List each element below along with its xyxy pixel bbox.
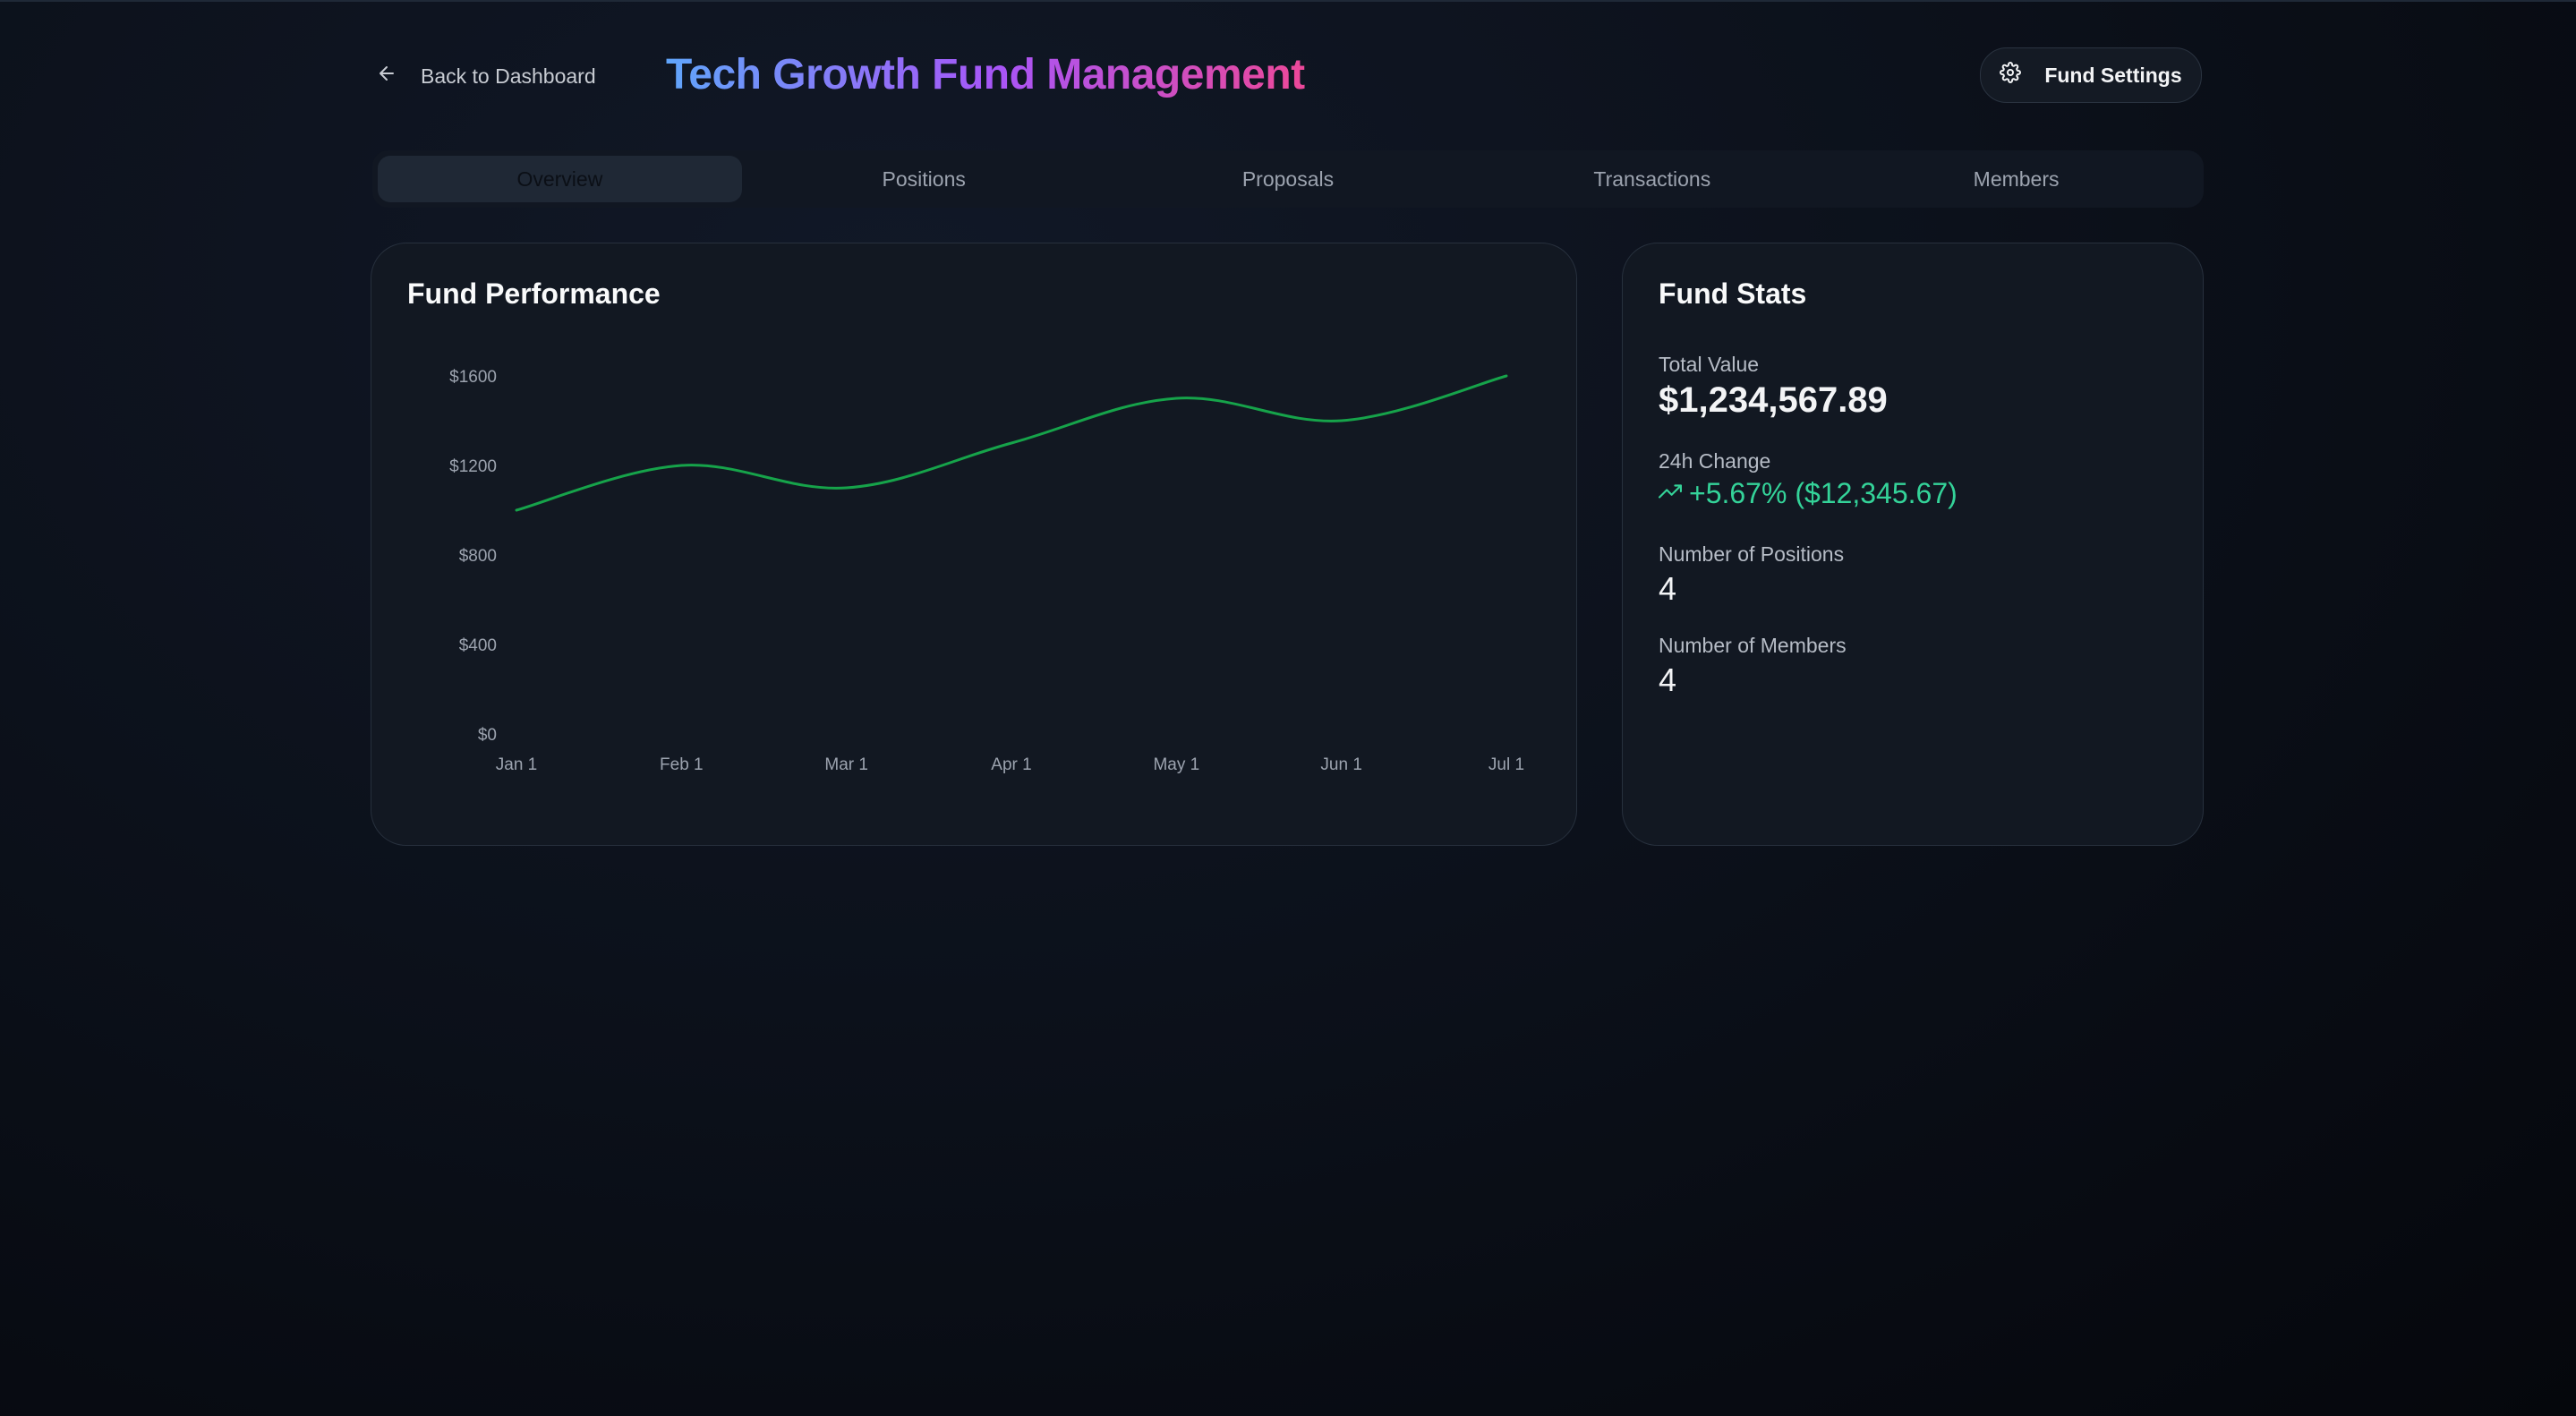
fund-stats-title: Fund Stats (1659, 277, 1807, 310)
trending-up-icon (1659, 477, 1682, 510)
members-label: Number of Members (1659, 634, 1847, 657)
back-to-dashboard-button[interactable]: Back to Dashboard (376, 52, 596, 100)
x-tick-label: Mar 1 (824, 755, 868, 774)
y-tick-label: $1200 (449, 457, 497, 476)
y-tick-label: $800 (459, 547, 497, 566)
change-stat: 24h Change +5.67% ($12,345.67) (1659, 449, 1958, 510)
tab-proposals[interactable]: Proposals (1106, 156, 1471, 202)
total-value: $1,234,567.89 (1659, 380, 1888, 420)
tab-transactions[interactable]: Transactions (1470, 156, 1834, 202)
fund-settings-label: Fund Settings (2044, 63, 2182, 87)
y-tick-label: $1600 (449, 368, 497, 387)
x-tick-label: Jul 1 (1488, 755, 1524, 774)
fund-performance-card: Fund Performance $0 $400 $800 $1200 $1600 Jan… (371, 243, 1577, 846)
total-value-stat: Total Value $1,234,567.89 (1659, 353, 1888, 421)
change-value: +5.67% ($12,345.67) (1689, 477, 1958, 509)
fund-settings-button[interactable]: Fund Settings (1980, 47, 2202, 103)
x-tick-label: Feb 1 (660, 755, 704, 774)
top-border (0, 0, 2576, 2)
y-tick-label: $0 (478, 726, 497, 745)
positions-label: Number of Positions (1659, 542, 1845, 566)
change-label: 24h Change (1659, 449, 1771, 473)
gear-icon (2000, 62, 2022, 89)
page-title: Tech Growth Fund Management (666, 45, 1305, 106)
tab-bar: Overview Positions Proposals Transaction… (372, 150, 2204, 208)
tab-positions[interactable]: Positions (742, 156, 1106, 202)
tab-overview[interactable]: Overview (378, 156, 742, 202)
tab-members[interactable]: Members (1834, 156, 2198, 202)
back-label: Back to Dashboard (421, 64, 596, 88)
x-tick-label: Jan 1 (496, 755, 537, 774)
arrow-left-icon (376, 63, 397, 90)
members-stat: Number of Members 4 (1659, 634, 1847, 699)
series-line (515, 374, 1508, 512)
x-tick-label: May 1 (1153, 755, 1199, 774)
change-value-row: +5.67% ($12,345.67) (1659, 477, 1958, 510)
total-value-label: Total Value (1659, 353, 1760, 376)
fund-stats-card: Fund Stats Total Value $1,234,567.89 24h… (1622, 243, 2204, 846)
members-value: 4 (1659, 661, 1677, 698)
performance-chart: $0 $400 $800 $1200 $1600 Jan 1 Feb 1 Mar 1 Apr 1… (449, 368, 1524, 774)
positions-value: 4 (1659, 570, 1677, 607)
positions-stat: Number of Positions 4 (1659, 542, 1844, 608)
x-tick-label: Jun 1 (1320, 755, 1361, 774)
x-tick-label: Apr 1 (991, 755, 1031, 774)
y-tick-label: $400 (459, 636, 497, 655)
